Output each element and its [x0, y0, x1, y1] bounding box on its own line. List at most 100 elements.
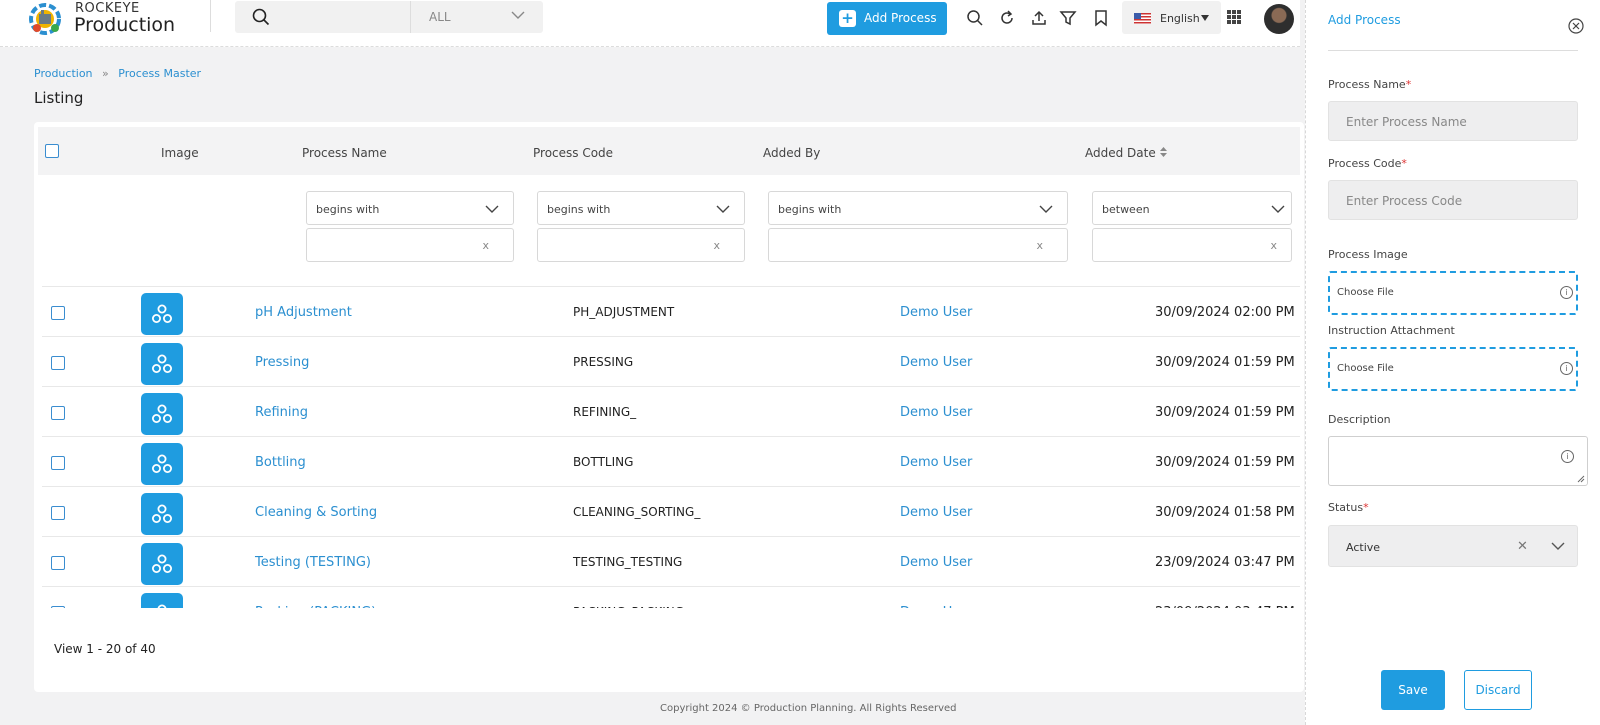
- added-by-link[interactable]: Demo User: [900, 405, 972, 420]
- select-all-checkbox[interactable]: [45, 144, 59, 158]
- table-row[interactable]: pH Adjustment PH_ADJUSTMENT Demo User 30/09…: [42, 286, 1300, 336]
- filter-name-input[interactable]: x: [306, 228, 514, 262]
- row-checkbox[interactable]: [51, 556, 65, 570]
- table-row[interactable]: Testing (TESTING) TESTING_TESTING Demo Use…: [42, 536, 1300, 586]
- filter-code-input[interactable]: x: [537, 228, 745, 262]
- process-image: [141, 543, 183, 585]
- info-icon[interactable]: i: [1560, 362, 1573, 375]
- col-added-by[interactable]: Added By: [763, 146, 820, 160]
- user-avatar[interactable]: [1264, 4, 1294, 34]
- process-name-link[interactable]: Cleaning & Sorting: [255, 505, 377, 520]
- process-code: PH_ADJUSTMENT: [573, 305, 675, 319]
- save-button[interactable]: Save: [1381, 670, 1445, 710]
- filter-date-input[interactable]: x: [1092, 228, 1292, 262]
- breadcrumb-process-master[interactable]: Process Master: [118, 67, 201, 80]
- upload-icon[interactable]: [1030, 9, 1048, 27]
- clear-status-icon[interactable]: ✕: [1517, 539, 1528, 554]
- added-by-link[interactable]: Demo User: [900, 505, 972, 520]
- col-added-date[interactable]: Added Date: [1085, 146, 1167, 160]
- instruction-attachment-file-input[interactable]: Choose File i: [1328, 347, 1578, 391]
- added-date: 30/09/2024 01:59 PM: [1155, 455, 1295, 470]
- chevron-down-icon[interactable]: [1551, 541, 1565, 551]
- breadcrumb-production[interactable]: Production: [34, 67, 93, 80]
- info-icon[interactable]: i: [1561, 450, 1574, 463]
- process-name-link[interactable]: pH Adjustment: [255, 305, 352, 320]
- row-checkbox[interactable]: [51, 456, 65, 470]
- process-image: [141, 443, 183, 485]
- table-row[interactable]: Cleaning & Sorting CLEANING_SORTING_ Demo …: [42, 486, 1300, 536]
- discard-button[interactable]: Discard: [1464, 670, 1532, 710]
- process-gears-icon: [152, 354, 172, 373]
- clear-filter-name[interactable]: x: [482, 239, 489, 252]
- process-name-link[interactable]: Testing (TESTING): [255, 555, 371, 570]
- process-name-link[interactable]: Packing (PACKING): [255, 605, 376, 608]
- process-image-file-input[interactable]: Choose File i: [1328, 271, 1578, 315]
- search-icon[interactable]: [966, 9, 984, 27]
- row-checkbox[interactable]: [51, 606, 65, 608]
- close-icon[interactable]: [1568, 18, 1584, 34]
- info-icon[interactable]: i: [1560, 286, 1573, 299]
- chevron-down-icon: [1271, 205, 1285, 213]
- process-code-placeholder: Enter Process Code: [1346, 194, 1463, 208]
- row-checkbox[interactable]: [51, 506, 65, 520]
- apps-grid-icon[interactable]: [1227, 10, 1241, 24]
- process-gears-icon: [152, 554, 172, 573]
- filter-addedby-operator-value: begins with: [778, 203, 842, 216]
- process-name-placeholder: Enter Process Name: [1346, 115, 1467, 129]
- added-by-link[interactable]: Demo User: [900, 355, 972, 370]
- status-label-text: Status: [1328, 501, 1364, 514]
- clear-filter-addedby[interactable]: x: [1036, 239, 1043, 252]
- status-select[interactable]: Active ✕: [1328, 525, 1578, 567]
- search-icon: [252, 8, 270, 26]
- process-image: [141, 393, 183, 435]
- filter-addedby-operator[interactable]: begins with: [768, 191, 1068, 225]
- table-row[interactable]: Packing (PACKING) PACKING_PACKING Demo Use…: [42, 586, 1300, 608]
- filter-name-operator-value: begins with: [316, 203, 380, 216]
- table-row[interactable]: Pressing PRESSING Demo User 30/09/2024 01:5…: [42, 336, 1300, 386]
- filter-code-operator[interactable]: begins with: [537, 191, 745, 225]
- filter-icon[interactable]: [1059, 9, 1077, 27]
- table-row[interactable]: Refining REFINING_ Demo User 30/09/2024 01:…: [42, 386, 1300, 436]
- search-scope-select[interactable]: ALL: [410, 1, 543, 33]
- added-by-link[interactable]: Demo User: [900, 555, 972, 570]
- table-body: pH Adjustment PH_ADJUSTMENT Demo User 30/09…: [42, 286, 1300, 608]
- process-gears-icon: [152, 454, 172, 473]
- bookmark-icon[interactable]: [1092, 9, 1110, 27]
- refresh-icon[interactable]: [998, 9, 1016, 27]
- process-code-label-text: Process Code: [1328, 157, 1402, 170]
- process-name-link[interactable]: Refining: [255, 405, 308, 420]
- filter-date-operator[interactable]: between: [1092, 191, 1292, 225]
- col-process-name[interactable]: Process Name: [302, 146, 387, 160]
- added-date: 30/09/2024 01:59 PM: [1155, 355, 1295, 370]
- col-process-code[interactable]: Process Code: [533, 146, 613, 160]
- added-by-link[interactable]: Demo User: [900, 605, 972, 608]
- filter-name-operator[interactable]: begins with: [306, 191, 514, 225]
- added-date: 23/09/2024 03:47 PM: [1155, 605, 1295, 608]
- add-process-button[interactable]: + Add Process: [827, 2, 947, 35]
- resize-handle-icon[interactable]: [1577, 475, 1585, 483]
- global-search[interactable]: ALL: [235, 1, 543, 33]
- row-checkbox[interactable]: [51, 406, 65, 420]
- language-select[interactable]: English: [1122, 1, 1221, 34]
- row-checkbox[interactable]: [51, 306, 65, 320]
- process-image: [141, 493, 183, 535]
- clear-filter-code[interactable]: x: [713, 239, 720, 252]
- description-textarea[interactable]: i: [1328, 436, 1588, 486]
- filter-addedby-input[interactable]: x: [768, 228, 1068, 262]
- added-date: 30/09/2024 02:00 PM: [1155, 305, 1295, 320]
- chevron-down-icon: [485, 205, 499, 213]
- rockeye-logo-icon: [29, 3, 61, 35]
- table-row[interactable]: Bottling BOTTLING Demo User 30/09/2024 01:5…: [42, 436, 1300, 486]
- process-code: TESTING_TESTING: [573, 555, 683, 569]
- process-name-link[interactable]: Pressing: [255, 355, 309, 370]
- us-flag-icon: [1134, 13, 1151, 24]
- process-name-input[interactable]: Enter Process Name: [1328, 101, 1578, 141]
- process-code-input[interactable]: Enter Process Code: [1328, 180, 1578, 220]
- added-by-link[interactable]: Demo User: [900, 305, 972, 320]
- row-checkbox[interactable]: [51, 356, 65, 370]
- process-image-label: Process Image: [1328, 248, 1408, 261]
- added-date: 30/09/2024 01:59 PM: [1155, 405, 1295, 420]
- clear-filter-date[interactable]: x: [1270, 239, 1277, 252]
- added-by-link[interactable]: Demo User: [900, 455, 972, 470]
- process-name-link[interactable]: Bottling: [255, 455, 306, 470]
